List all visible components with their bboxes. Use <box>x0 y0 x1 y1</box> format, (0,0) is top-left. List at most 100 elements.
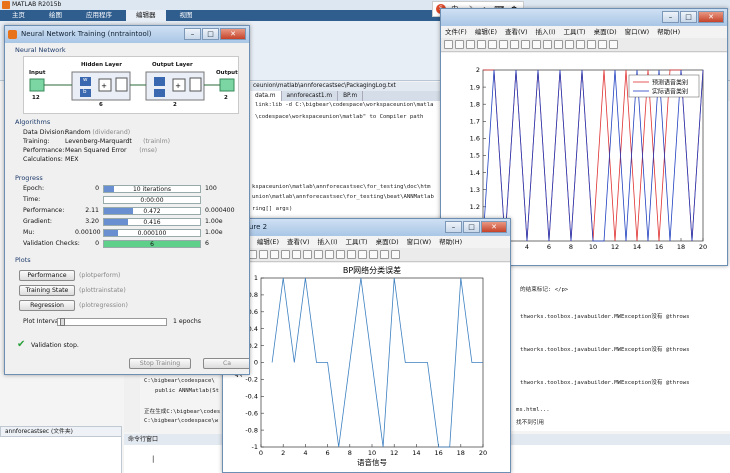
save-icon[interactable] <box>466 40 475 49</box>
colorbar-icon[interactable] <box>358 250 367 259</box>
zoom-out-icon[interactable] <box>292 250 301 259</box>
menu-item[interactable]: 插入(I) <box>318 236 338 248</box>
brush-icon[interactable] <box>554 40 563 49</box>
maximize-button[interactable]: □ <box>202 28 219 40</box>
menu-item[interactable]: 窗口(W) <box>625 26 650 38</box>
progress-end: 100 <box>205 185 217 192</box>
ribbon-tab[interactable]: 绘图 <box>39 10 72 21</box>
show-tools-icon[interactable] <box>609 40 618 49</box>
editor-tab[interactable]: data.m <box>250 91 282 101</box>
maximize-button[interactable]: □ <box>680 11 697 23</box>
pan-icon[interactable] <box>521 40 530 49</box>
hide-tools-icon[interactable] <box>598 40 607 49</box>
slider-thumb[interactable] <box>60 318 65 326</box>
zoom-in-icon[interactable] <box>281 250 290 259</box>
print-icon[interactable] <box>477 40 486 49</box>
hide-tools-icon[interactable] <box>380 250 389 259</box>
progress-start: 2.11 <box>85 207 99 214</box>
brush-icon[interactable] <box>336 250 345 259</box>
menu-item[interactable]: 编辑(E) <box>475 26 497 38</box>
algorithm-note: (dividerand) <box>92 129 131 136</box>
new-figure-icon[interactable] <box>444 40 453 49</box>
legend-icon[interactable] <box>369 250 378 259</box>
maximize-button[interactable]: □ <box>463 221 480 233</box>
menu-item[interactable]: 帮助(H) <box>657 26 680 38</box>
y-tick-label: 1.8 <box>470 100 480 108</box>
code-line: ring[] args) <box>252 206 293 212</box>
nntraintool-titlebar[interactable]: Neural Network Training (nntraintool) – □… <box>5 26 249 43</box>
editor-tab[interactable]: BP.m <box>338 91 364 101</box>
stop-training-button[interactable]: Stop Training <box>129 358 191 369</box>
x-tick-label: 2 <box>281 449 285 457</box>
ribbon-tab[interactable]: 应用程序 <box>76 10 122 21</box>
minimize-button[interactable]: – <box>662 11 679 23</box>
figure-1-titlebar[interactable]: – □ ✕ <box>441 9 727 26</box>
link-icon[interactable] <box>347 250 356 259</box>
menu-item[interactable]: 桌面(D) <box>594 26 617 38</box>
ribbon-tab[interactable]: 编辑器 <box>126 10 166 21</box>
diagram-output-label: Output <box>216 70 238 76</box>
plot-training-state-button[interactable]: Training State <box>19 285 75 296</box>
progress-current: 6 <box>150 241 154 248</box>
datacursor-icon[interactable] <box>543 40 552 49</box>
menu-item[interactable]: 帮助(H) <box>439 236 462 248</box>
pointer-icon[interactable] <box>488 40 497 49</box>
figure-2-titlebar[interactable]: Figure 2 – □ ✕ <box>223 219 510 236</box>
figure-2-plot[interactable]: 0 2 4 6 8 10 12 14 16 18 20-1-0.8-0.6-0.4-0.200.20… <box>223 263 510 472</box>
show-tools-icon[interactable] <box>391 250 400 259</box>
y-tick-label: -0.8 <box>245 426 258 434</box>
pointer-icon[interactable] <box>270 250 279 259</box>
print-icon[interactable] <box>259 250 268 259</box>
rotate-icon[interactable] <box>314 250 323 259</box>
progress-label: Gradient: <box>23 218 53 225</box>
pan-icon[interactable] <box>303 250 312 259</box>
menu-item[interactable]: 查看(V) <box>505 26 528 38</box>
ribbon-tab[interactable]: 视图 <box>170 10 203 21</box>
figure-2-toolbar <box>223 248 510 262</box>
minimize-button[interactable]: – <box>445 221 462 233</box>
figure-1-menubar: 文件(F) 编辑(E) 查看(V) 插入(I) 工具(T) 桌面(D) 窗口(W) 帮助(H) <box>441 26 727 38</box>
algorithm-value: Random <box>65 129 91 136</box>
x-tick-label: 16 <box>655 243 663 251</box>
figure-2-window[interactable]: Figure 2 –□✕ 文件(F)编辑(E)查看(V)插入(I)工具(T)桌面… <box>222 218 511 473</box>
progress-start: 0.00100 <box>75 229 101 236</box>
open-icon[interactable] <box>455 40 464 49</box>
menu-item[interactable]: 插入(I) <box>536 26 556 38</box>
colorbar-icon[interactable] <box>576 40 585 49</box>
menu-item[interactable]: 查看(V) <box>287 236 310 248</box>
link-icon[interactable] <box>565 40 574 49</box>
menu-item[interactable]: 窗口(W) <box>407 236 432 248</box>
rotate-icon[interactable] <box>532 40 541 49</box>
progress-current: 0:00:00 <box>140 197 164 204</box>
progress-end: 1.00e <box>205 229 223 236</box>
code-line: 的结束标记: </p> <box>520 287 569 293</box>
minimize-button[interactable]: – <box>184 28 201 40</box>
plot-button-note: (plotperform) <box>79 272 121 279</box>
menu-item[interactable]: 工具(T) <box>346 236 368 248</box>
menu-item[interactable]: 桌面(D) <box>376 236 399 248</box>
x-tick-label: 6 <box>547 243 551 251</box>
legend-icon[interactable] <box>587 40 596 49</box>
menu-item[interactable]: 编辑(E) <box>257 236 279 248</box>
zoom-out-icon[interactable] <box>510 40 519 49</box>
plot-regression-button[interactable]: Regression <box>19 300 75 311</box>
close-button[interactable]: ✕ <box>698 11 724 23</box>
zoom-in-icon[interactable] <box>499 40 508 49</box>
x-tick-label: 8 <box>569 243 573 251</box>
datacursor-icon[interactable] <box>325 250 334 259</box>
plot-interval-slider[interactable] <box>57 318 167 326</box>
editor-tab[interactable]: annforecast1.m <box>282 91 339 101</box>
editor-tabs: data.m annforecast1.m BP.m <box>250 91 444 101</box>
code-line: link:lib -d C:\bigbear\codespace\workspa… <box>255 102 434 108</box>
ribbon-tab[interactable]: 主页 <box>2 10 35 21</box>
close-button[interactable]: ✕ <box>481 221 507 233</box>
progress-bar: 6 <box>103 240 201 248</box>
cancel-button[interactable]: Ca <box>203 358 249 369</box>
nntraintool-window[interactable]: Neural Network Training (nntraintool) – □… <box>4 25 250 375</box>
plot-performance-button[interactable]: Performance <box>19 270 75 281</box>
close-button[interactable]: ✕ <box>220 28 246 40</box>
x-tick-label: 6 <box>326 449 330 457</box>
workspace-panel[interactable] <box>0 437 122 473</box>
menu-item[interactable]: 工具(T) <box>564 26 586 38</box>
menu-item[interactable]: 文件(F) <box>445 26 467 38</box>
